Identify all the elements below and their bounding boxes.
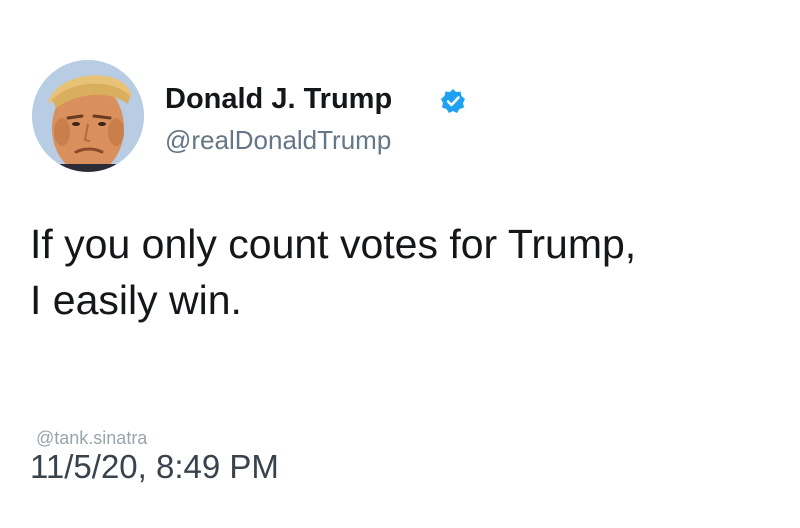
tweet-text-line: If you only count votes for Trump, [30,221,637,267]
display-name[interactable]: Donald J. Trump [165,83,392,116]
profile-photo-icon [32,60,144,172]
avatar[interactable] [32,60,144,172]
tweet-card: Donald J. Trump @realDonaldTrump If you … [0,0,800,528]
tweet-timestamp[interactable]: 11/5/20, 8:49 PM [30,448,279,486]
user-handle[interactable]: @realDonaldTrump [165,125,391,156]
watermark: @tank.sinatra [36,428,148,448]
tweet-text-line: I easily win. [30,277,242,323]
tweet-text: If you only count votes for Trump, I eas… [30,216,770,328]
verified-badge-icon [440,88,466,114]
